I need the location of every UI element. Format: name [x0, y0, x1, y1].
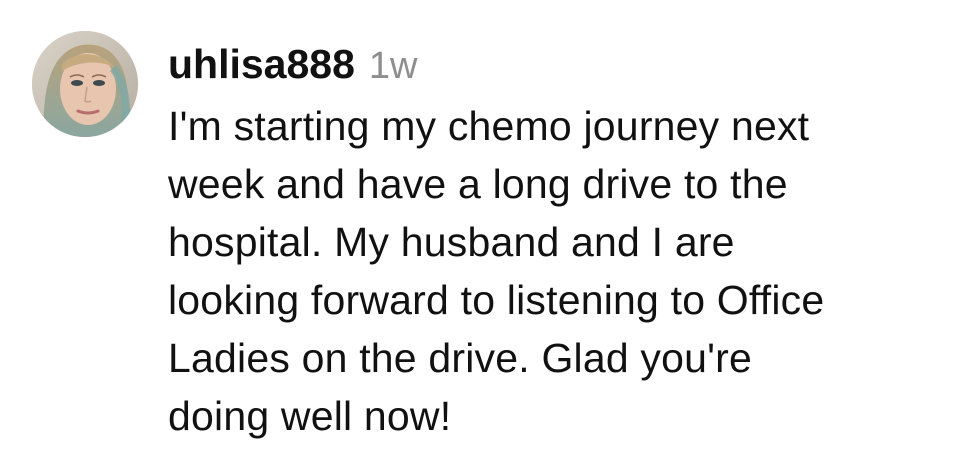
comment-text-line: Ladies on the drive. Glad you're	[168, 335, 753, 381]
comment-timestamp[interactable]: 1w	[369, 36, 418, 96]
comment-item: uhlisa888 1w I'm starting my chemo journ…	[0, 0, 980, 468]
comment-header: uhlisa888 1w	[168, 34, 417, 94]
comment-text: I'm starting my chemo journey next week …	[168, 97, 968, 445]
username-link[interactable]: uhlisa888	[168, 34, 355, 94]
comment-text-line: hospital. My husband and I are	[168, 219, 735, 265]
comment-text-line: week and have a long drive to the	[168, 161, 788, 207]
comment-text-line: looking forward to listening to Office	[168, 277, 825, 323]
avatar-photo-icon	[32, 31, 138, 137]
comment-text-line: I'm starting my chemo journey next	[168, 103, 810, 149]
user-avatar[interactable]	[32, 31, 138, 137]
comment-text-line: doing well now!	[168, 393, 452, 439]
